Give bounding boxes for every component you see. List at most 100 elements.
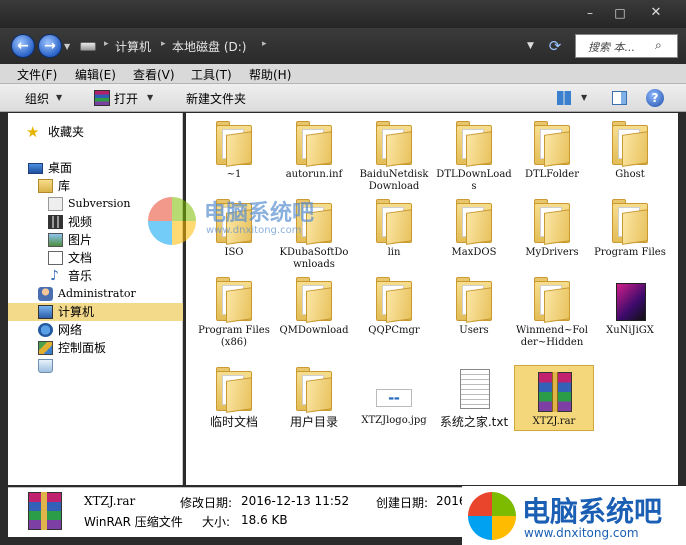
watermark-logo bbox=[148, 197, 196, 245]
maximize-button[interactable]: □ bbox=[606, 4, 634, 22]
star-icon: ★ bbox=[26, 123, 40, 141]
rar-strap bbox=[41, 492, 47, 530]
address-row: ← → ▼ ▸ 计算机 ▸ 本地磁盘 (D:) ▸ ▼ ⟳ 搜索 本... ⌕ bbox=[0, 28, 686, 64]
view-options-icon[interactable] bbox=[557, 91, 571, 105]
folder-icon bbox=[452, 121, 496, 167]
title-bar: – □ ✕ bbox=[0, 0, 686, 28]
folder-icon bbox=[530, 121, 574, 167]
folder-item[interactable]: lin bbox=[354, 199, 434, 259]
watermark-text: 电脑系统吧 bbox=[522, 495, 663, 528]
details-created-label: 创建日期: bbox=[376, 496, 429, 510]
menu-tools[interactable]: 工具(T) bbox=[191, 66, 232, 83]
nav-recycle-bin[interactable] bbox=[38, 357, 176, 375]
details-file-name: XTZJ.rar bbox=[84, 494, 136, 508]
preview-pane-icon[interactable] bbox=[612, 91, 627, 105]
document-icon bbox=[48, 251, 63, 265]
file-item[interactable]: ▬▬ XTZJlogo.jpg bbox=[354, 367, 434, 427]
folder-icon bbox=[212, 367, 256, 413]
nav-music[interactable]: ♪ 音乐 bbox=[48, 267, 176, 285]
recent-pages-dropdown-icon[interactable]: ▼ bbox=[64, 42, 70, 51]
file-item[interactable]: 系统之家.txt bbox=[434, 367, 514, 429]
menu-bar: 文件(F) 编辑(E) 查看(V) 工具(T) 帮助(H) bbox=[0, 64, 686, 84]
nav-control-panel[interactable]: 控制面板 bbox=[38, 339, 176, 357]
menu-file[interactable]: 文件(F) bbox=[17, 66, 57, 83]
forward-button[interactable]: → bbox=[38, 34, 62, 58]
nav-network[interactable]: 网络 bbox=[38, 321, 176, 339]
chevron-right-icon[interactable]: ▸ bbox=[262, 39, 267, 49]
folder-item[interactable]: Users bbox=[434, 277, 514, 337]
watermark-url: www.dnxitong.com bbox=[524, 526, 639, 540]
folder-icon bbox=[452, 199, 496, 245]
breadcrumb-drive-d[interactable]: 本地磁盘 (D:) bbox=[172, 38, 246, 55]
watermark-logo bbox=[468, 492, 516, 540]
menu-view[interactable]: 查看(V) bbox=[133, 66, 175, 83]
image-file-icon: ▬▬ bbox=[372, 367, 416, 413]
menu-edit[interactable]: 编辑(E) bbox=[75, 66, 116, 83]
control-panel-icon bbox=[38, 341, 53, 355]
close-button[interactable]: ✕ bbox=[642, 4, 670, 22]
watermark-banner: 电脑系统吧 www.dnxitong.com bbox=[462, 486, 686, 545]
folder-item[interactable]: DTLDownLoads bbox=[434, 121, 514, 193]
network-icon bbox=[38, 323, 53, 337]
chevron-right-icon[interactable]: ▸ bbox=[161, 39, 166, 49]
view-dropdown-icon[interactable]: ▼ bbox=[581, 93, 587, 102]
nav-administrator[interactable]: Administrator bbox=[38, 285, 176, 303]
nav-libraries[interactable]: 库 bbox=[38, 177, 176, 195]
nav-desktop[interactable]: 桌面 bbox=[26, 159, 176, 177]
picture-icon bbox=[48, 233, 63, 247]
folder-item[interactable]: MyDrivers bbox=[512, 199, 592, 259]
folder-item[interactable]: autorun.inf bbox=[274, 121, 354, 181]
refresh-icon[interactable]: ⟳ bbox=[546, 37, 564, 55]
folder-item[interactable]: ~1 bbox=[194, 121, 274, 181]
folder-icon bbox=[212, 121, 256, 167]
file-list: ~1 autorun.inf BaiduNetdiskDownload DTLD… bbox=[148, 113, 678, 485]
folder-icon bbox=[292, 277, 336, 323]
recycle-bin-icon bbox=[38, 359, 53, 373]
chevron-right-icon[interactable]: ▸ bbox=[104, 39, 109, 49]
menu-help[interactable]: 帮助(H) bbox=[249, 66, 291, 83]
address-dropdown-icon[interactable]: ▼ bbox=[527, 41, 534, 51]
text-file-icon bbox=[452, 367, 496, 413]
details-modified-label: 修改日期: bbox=[180, 496, 233, 510]
folder-item[interactable]: 临时文档 bbox=[194, 367, 274, 429]
details-size-value: 18.6 KB bbox=[241, 513, 288, 527]
organize-dropdown-icon[interactable]: ▼ bbox=[56, 93, 62, 102]
folder-item[interactable]: Program Files (x86) bbox=[194, 277, 274, 349]
folder-icon bbox=[372, 199, 416, 245]
open-dropdown-icon[interactable]: ▼ bbox=[147, 93, 153, 102]
folder-item[interactable]: QQPCmgr bbox=[354, 277, 434, 337]
back-button[interactable]: ← bbox=[11, 34, 35, 58]
folder-item[interactable]: QMDownload bbox=[274, 277, 354, 337]
folder-item[interactable]: MaxDOS bbox=[434, 199, 514, 259]
video-icon bbox=[48, 215, 63, 229]
folder-item[interactable]: 用户目录 bbox=[274, 367, 354, 429]
search-icon[interactable]: ⌕ bbox=[655, 38, 669, 52]
organize-button[interactable]: 组织 bbox=[25, 90, 49, 107]
drive-icon bbox=[80, 42, 96, 51]
nav-computer[interactable]: 计算机 bbox=[8, 303, 183, 321]
folder-item[interactable]: Ghost bbox=[590, 121, 670, 181]
folder-item[interactable]: Program Files bbox=[590, 199, 670, 259]
breadcrumb-computer[interactable]: 计算机 bbox=[115, 38, 151, 55]
file-item-selected[interactable]: XTZJ.rar bbox=[514, 365, 594, 431]
rar-archive-icon bbox=[532, 368, 576, 414]
minimize-button[interactable]: – bbox=[576, 4, 604, 22]
folder-item[interactable]: BaiduNetdiskDownload bbox=[354, 121, 434, 193]
help-icon[interactable]: ? bbox=[646, 89, 664, 107]
watermark-text: 电脑系统吧 bbox=[204, 201, 315, 226]
folder-item[interactable]: Winmend~Folder~Hidden bbox=[512, 277, 592, 349]
file-item[interactable]: XuNiJiGX bbox=[590, 277, 670, 337]
desktop-icon bbox=[28, 163, 43, 174]
new-folder-button[interactable]: 新建文件夹 bbox=[186, 90, 246, 107]
library-icon bbox=[38, 179, 53, 193]
nav-documents[interactable]: 文档 bbox=[48, 249, 176, 267]
nav-favorites[interactable]: ★ 收藏夹 bbox=[26, 123, 176, 141]
details-file-type: WinRAR 压缩文件 bbox=[84, 515, 183, 529]
folder-item[interactable]: DTLFolder bbox=[512, 121, 592, 181]
details-size-label: 大小: bbox=[202, 515, 231, 529]
folder-icon bbox=[608, 121, 652, 167]
open-button[interactable]: 打开 bbox=[114, 90, 138, 107]
winrar-icon bbox=[94, 90, 110, 106]
folder-icon bbox=[452, 277, 496, 323]
command-bar: 组织 ▼ 打开 ▼ 新建文件夹 ▼ ? bbox=[0, 84, 686, 112]
